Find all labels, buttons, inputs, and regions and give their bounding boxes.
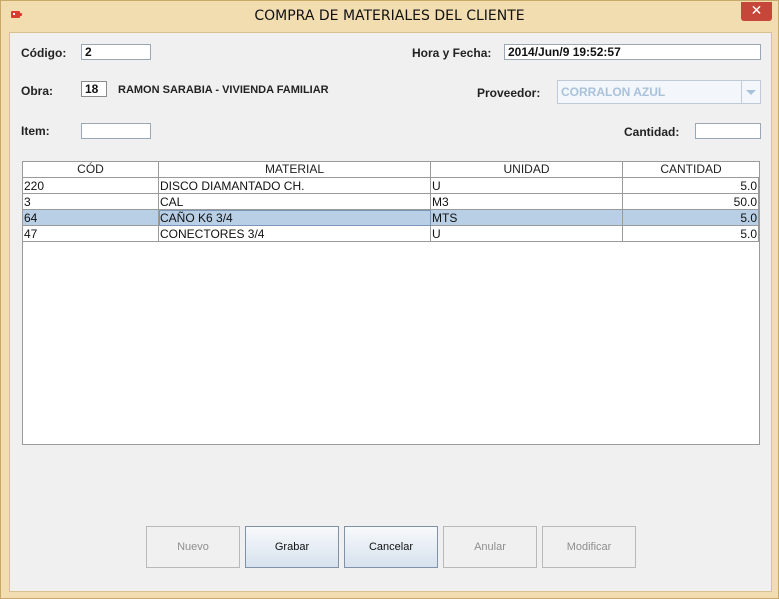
table-row-selected[interactable]: 64 CAÑO K6 3/4 MTS 5.0 bbox=[23, 210, 759, 226]
obra-field[interactable]: 18 bbox=[81, 81, 107, 97]
cancelar-button[interactable]: Cancelar bbox=[344, 526, 438, 568]
table-row[interactable]: 47 CONECTORES 3/4 U 5.0 bbox=[23, 226, 759, 242]
title-bar[interactable]: COMPRA DE MATERIALES DEL CLIENTE ✕ bbox=[1, 1, 778, 31]
hora-fecha-label: Hora y Fecha: bbox=[412, 46, 492, 60]
column-header-cantidad[interactable]: CANTIDAD bbox=[623, 162, 759, 177]
codigo-field[interactable]: 2 bbox=[81, 44, 151, 60]
cell-material: CAL bbox=[159, 194, 431, 210]
close-button[interactable]: ✕ bbox=[741, 2, 772, 21]
obra-name: RAMON SARABIA - VIVIENDA FAMILIAR bbox=[118, 84, 329, 96]
cell-material: CAÑO K6 3/4 bbox=[159, 210, 431, 226]
materials-table[interactable]: CÓD MATERIAL UNIDAD CANTIDAD 220 DISCO D… bbox=[22, 161, 760, 445]
chevron-down-icon[interactable] bbox=[741, 81, 760, 103]
cell-unidad: M3 bbox=[431, 194, 623, 210]
app-window: COMPRA DE MATERIALES DEL CLIENTE ✕ Códig… bbox=[0, 0, 779, 599]
hora-fecha-field[interactable]: 2014/Jun/9 19:52:57 bbox=[504, 44, 761, 60]
item-label: Item: bbox=[21, 124, 50, 138]
form-panel: Código: 2 Hora y Fecha: 2014/Jun/9 19:52… bbox=[9, 32, 772, 592]
proveedor-label: Proveedor: bbox=[477, 86, 541, 100]
cell-cantidad: 50.0 bbox=[623, 194, 759, 210]
nuevo-button[interactable]: Nuevo bbox=[146, 526, 240, 568]
cell-cantidad: 5.0 bbox=[623, 210, 759, 226]
codigo-label: Código: bbox=[21, 46, 67, 60]
obra-label: Obra: bbox=[21, 84, 54, 98]
cell-cod: 220 bbox=[23, 178, 159, 194]
proveedor-combo[interactable]: CORRALON AZUL bbox=[557, 80, 761, 104]
cell-unidad: U bbox=[431, 178, 623, 194]
table-row[interactable]: 220 DISCO DIAMANTADO CH. U 5.0 bbox=[23, 178, 759, 194]
proveedor-value: CORRALON AZUL bbox=[561, 85, 666, 99]
table-row[interactable]: 3 CAL M3 50.0 bbox=[23, 194, 759, 210]
column-header-cod[interactable]: CÓD bbox=[23, 162, 159, 177]
cell-cod: 3 bbox=[23, 194, 159, 210]
cell-unidad: MTS bbox=[431, 210, 623, 226]
anular-button[interactable]: Anular bbox=[443, 526, 537, 568]
item-field[interactable] bbox=[81, 123, 151, 139]
cell-cantidad: 5.0 bbox=[623, 178, 759, 194]
cantidad-field[interactable] bbox=[695, 123, 761, 139]
column-header-material[interactable]: MATERIAL bbox=[159, 162, 431, 177]
cell-material: DISCO DIAMANTADO CH. bbox=[159, 178, 431, 194]
cell-unidad: U bbox=[431, 226, 623, 242]
window-title: COMPRA DE MATERIALES DEL CLIENTE bbox=[254, 8, 525, 24]
table-header: CÓD MATERIAL UNIDAD CANTIDAD bbox=[23, 162, 759, 178]
cantidad-label: Cantidad: bbox=[624, 125, 680, 139]
cell-material: CONECTORES 3/4 bbox=[159, 226, 431, 242]
cell-cantidad: 5.0 bbox=[623, 226, 759, 242]
cell-cod: 64 bbox=[23, 210, 159, 226]
modificar-button[interactable]: Modificar bbox=[542, 526, 636, 568]
grabar-button[interactable]: Grabar bbox=[245, 526, 339, 568]
cell-cod: 47 bbox=[23, 226, 159, 242]
column-header-unidad[interactable]: UNIDAD bbox=[431, 162, 623, 177]
